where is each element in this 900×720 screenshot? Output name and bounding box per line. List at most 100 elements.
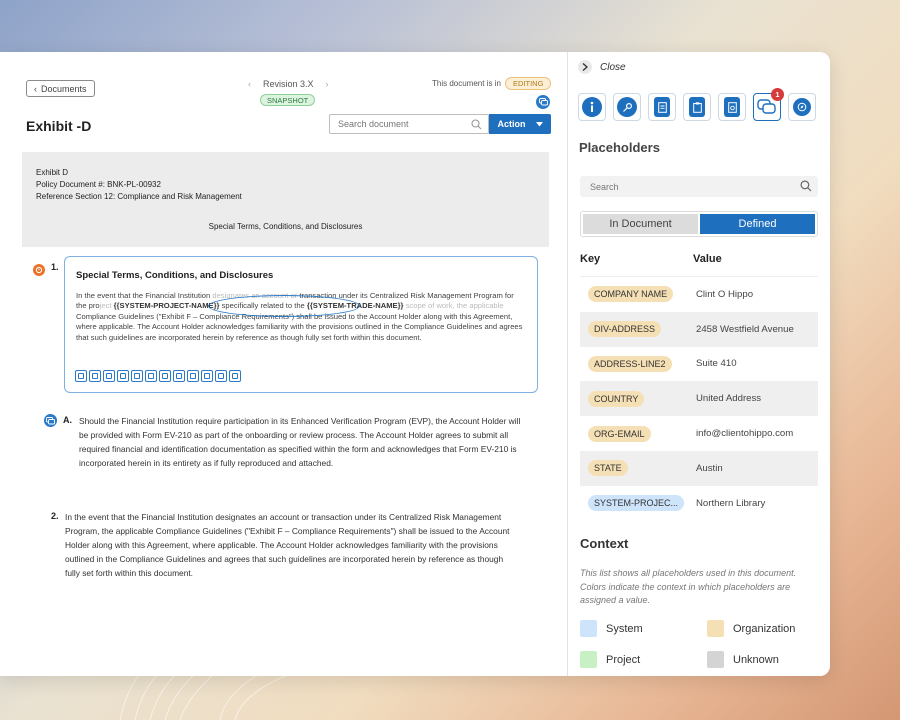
next-revision-icon[interactable]: › bbox=[326, 79, 329, 89]
caret-down-icon bbox=[535, 121, 543, 126]
document-state-label: This document is in bbox=[432, 79, 501, 88]
value-column-header: Value bbox=[693, 253, 722, 265]
legend-item: Unknown bbox=[707, 651, 779, 668]
list-item[interactable]: STATE Austin bbox=[580, 450, 818, 486]
editor-toolbar bbox=[75, 370, 241, 382]
active-section-editor[interactable]: Special Terms, Conditions, and Disclosur… bbox=[64, 256, 538, 393]
placeholder-list: COMPANY NAME Clint O Hippo DIV-ADDRESS 245… bbox=[580, 276, 818, 524]
placeholder-key: STATE bbox=[588, 460, 628, 477]
context-description: This list shows all placeholders used in… bbox=[580, 568, 797, 605]
add-icon[interactable] bbox=[159, 370, 171, 382]
legend-label: Organization bbox=[733, 622, 796, 635]
compass-icon[interactable] bbox=[788, 93, 816, 121]
back-label: Documents bbox=[41, 83, 87, 94]
placeholder-key: ORG-EMAIL bbox=[588, 425, 651, 442]
list-item[interactable]: ORG-EMAIL info@clientohippo.com bbox=[580, 416, 818, 451]
key-column-header: Key bbox=[580, 253, 601, 265]
chevron-right-icon bbox=[578, 60, 592, 74]
section-letter: A. bbox=[63, 415, 72, 425]
panel-title: Placeholders bbox=[579, 140, 660, 155]
image-icon[interactable] bbox=[173, 370, 185, 382]
legend-swatch bbox=[707, 651, 724, 668]
placeholder-highlight bbox=[208, 295, 360, 317]
header-section-title: Special Terms, Conditions, and Disclosur… bbox=[208, 222, 363, 231]
revision-label: Revision 3.X bbox=[263, 79, 314, 89]
placeholder-value: United Address bbox=[696, 393, 762, 405]
panel-toolbar: 1 bbox=[578, 88, 816, 121]
document-header: Exhibit D Policy Document #: BNK-PL-0093… bbox=[22, 152, 549, 247]
header-line: Reference Section 12: Compliance and Ris… bbox=[36, 192, 242, 201]
chevron-left-icon: ‹ bbox=[34, 83, 37, 94]
key-icon[interactable] bbox=[613, 93, 641, 121]
close-panel-button[interactable]: Close bbox=[578, 60, 626, 74]
placeholder-key: COUNTRY bbox=[588, 390, 645, 407]
editing-badge: EDITING bbox=[505, 77, 552, 90]
tab-defined[interactable]: Defined bbox=[700, 214, 815, 234]
legend-label: Project bbox=[606, 653, 641, 666]
document-icon[interactable] bbox=[648, 93, 676, 121]
section-title: Special Terms, Conditions, and Disclosur… bbox=[76, 270, 274, 281]
placeholder-value: Suite 410 bbox=[696, 358, 737, 370]
placeholder-value: Austin bbox=[696, 462, 723, 474]
section-body: Should the Financial Institution require… bbox=[79, 416, 521, 468]
context-title: Context bbox=[580, 536, 629, 551]
document-icon[interactable] bbox=[117, 370, 129, 382]
prev-revision-icon[interactable]: ‹ bbox=[248, 79, 251, 89]
legend-item: System bbox=[580, 620, 643, 637]
shield-icon[interactable] bbox=[215, 370, 227, 382]
placeholder-value: 2458 Westfield Avenue bbox=[696, 323, 794, 335]
history-icon[interactable] bbox=[145, 370, 157, 382]
legend-swatch bbox=[580, 620, 597, 637]
placeholder-search-input[interactable]: Search bbox=[580, 176, 818, 197]
placeholder-value: info@clientohippo.com bbox=[696, 428, 794, 440]
list-item[interactable]: COUNTRY United Address bbox=[580, 381, 818, 417]
info-icon[interactable] bbox=[578, 93, 606, 121]
archive-icon[interactable] bbox=[718, 93, 746, 121]
legend-label: Unknown bbox=[733, 653, 779, 666]
placeholder-key: COMPANY NAME bbox=[588, 286, 674, 303]
code-icon[interactable] bbox=[187, 370, 199, 382]
placeholder-key: SYSTEM-PROJEC... bbox=[588, 495, 685, 512]
legend-item: Project bbox=[580, 651, 640, 668]
placeholder-token[interactable]: {{SYSTEM-PROJECT-NAME}} bbox=[114, 301, 220, 310]
legend-label: System bbox=[606, 622, 643, 635]
placeholder-key: ADDRESS-LINE2 bbox=[588, 355, 672, 372]
lock-icon[interactable] bbox=[201, 370, 213, 382]
clipboard-icon[interactable] bbox=[683, 93, 711, 121]
revision-switcher: ‹ Revision 3.X › bbox=[248, 79, 329, 89]
placeholder-value: Clint O Hippo bbox=[696, 288, 754, 300]
list-item[interactable]: SYSTEM-PROJEC... Northern Library bbox=[580, 486, 818, 521]
list-item[interactable]: DIV-ADDRESS 2458 Westfield Avenue bbox=[580, 311, 818, 347]
legend-item: Organization bbox=[707, 620, 795, 637]
warning-icon[interactable] bbox=[33, 264, 45, 276]
legend-swatch bbox=[580, 651, 597, 668]
snapshot-badge: SNAPSHOT bbox=[260, 94, 316, 106]
tab-in-document[interactable]: In Document bbox=[583, 214, 698, 234]
header-line: Exhibit D bbox=[36, 168, 69, 177]
list-icon[interactable] bbox=[229, 370, 241, 382]
header-line: Policy Document #: BNK-PL-00932 bbox=[36, 180, 161, 189]
placeholder-filter-toggle: In Document Defined bbox=[580, 211, 818, 237]
placeholder-key: DIV-ADDRESS bbox=[588, 321, 662, 338]
move-vertical-icon[interactable] bbox=[89, 370, 101, 382]
document-panel: ‹ Documents ‹ Revision 3.X › SNAPSHOT Th… bbox=[0, 52, 567, 676]
list-item[interactable]: ADDRESS-LINE2 Suite 410 bbox=[580, 347, 818, 382]
app-window: ‹ Documents ‹ Revision 3.X › SNAPSHOT Th… bbox=[0, 52, 830, 676]
notification-badge: 1 bbox=[771, 88, 784, 101]
search-placeholder: Search bbox=[590, 181, 619, 192]
action-button[interactable]: Action bbox=[489, 114, 551, 134]
close-label: Close bbox=[600, 61, 626, 73]
comments-icon[interactable]: 1 bbox=[753, 88, 784, 121]
comments-icon[interactable] bbox=[536, 95, 550, 109]
comments-icon[interactable] bbox=[44, 414, 57, 427]
copy-icon[interactable] bbox=[131, 370, 143, 382]
edit-icon[interactable] bbox=[75, 370, 87, 382]
search-icon bbox=[471, 119, 482, 130]
list-item[interactable]: COMPANY NAME Clint O Hippo bbox=[580, 277, 818, 312]
back-to-documents-button[interactable]: ‹ Documents bbox=[26, 80, 95, 97]
search-icon bbox=[800, 180, 812, 192]
placeholders-panel: Close 1 Placeholders Search In Document … bbox=[567, 52, 830, 676]
search-document-input[interactable]: Search document bbox=[329, 114, 489, 134]
move-horizontal-icon[interactable] bbox=[103, 370, 115, 382]
action-label: Action bbox=[497, 119, 526, 129]
